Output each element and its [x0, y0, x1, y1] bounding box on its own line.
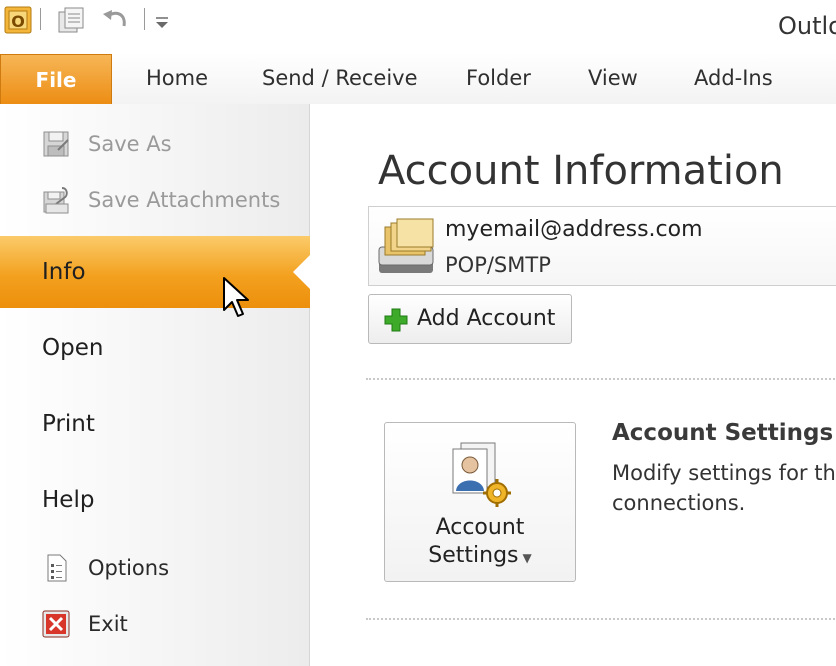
account-folders-icon: [378, 218, 434, 273]
save-attachments-label: Save Attachments: [88, 188, 281, 212]
account-settings-button-label-2-text: Settings: [428, 543, 519, 568]
send-receive-all-icon[interactable]: [56, 6, 86, 36]
quick-access-toolbar: O Outlo: [0, 0, 836, 52]
tab-send-receive[interactable]: Send / Receive: [262, 66, 418, 90]
account-settings-button-label-1: Account: [435, 515, 525, 540]
nav-item-info[interactable]: Info: [0, 236, 311, 308]
account-settings-description: Modify settings for th connections.: [612, 458, 836, 518]
tab-home[interactable]: Home: [146, 66, 208, 90]
ribbon-tab-bar: File Home Send / Receive Folder View Add…: [0, 52, 836, 105]
save-as-icon: [43, 131, 69, 157]
qat-separator: [144, 8, 145, 30]
undo-icon[interactable]: [100, 6, 130, 36]
mouse-pointer-icon: [223, 277, 249, 317]
window-title: Outlo: [778, 12, 836, 40]
options-icon: [47, 554, 67, 582]
save-as-command[interactable]: Save As: [0, 122, 310, 166]
tab-view[interactable]: View: [588, 66, 638, 90]
backstage-content: Account Information myemail@address.com …: [310, 104, 836, 666]
nav-item-open[interactable]: Open: [0, 318, 310, 378]
account-email: myemail@address.com: [445, 217, 703, 242]
tab-file[interactable]: File: [0, 54, 112, 104]
tab-folder[interactable]: Folder: [466, 66, 531, 90]
nav-item-help[interactable]: Help: [0, 470, 310, 530]
page-title: Account Information: [378, 148, 784, 194]
save-as-label: Save As: [88, 132, 172, 156]
nav-item-info-label: Info: [42, 259, 86, 285]
qat-separator: [40, 8, 41, 30]
outlook-icon[interactable]: O: [4, 6, 32, 34]
svg-text:O: O: [11, 12, 25, 31]
exit-label: Exit: [88, 612, 128, 636]
selection-notch: [293, 254, 311, 290]
account-type: POP/SMTP: [445, 253, 551, 277]
plus-icon: [384, 308, 408, 332]
nav-item-open-label: Open: [42, 335, 104, 361]
account-settings-button-label-2: Settings ▼: [385, 543, 575, 568]
account-settings-title: Account Settings: [612, 420, 834, 446]
customize-qat-icon[interactable]: [148, 6, 178, 36]
options-label: Options: [88, 556, 170, 580]
nav-item-print-label: Print: [42, 411, 95, 437]
tab-add-ins[interactable]: Add-Ins: [694, 66, 773, 90]
save-attachments-icon: [43, 187, 69, 214]
account-settings-button[interactable]: Account Settings ▼: [384, 422, 576, 582]
account-settings-description-line-1: Modify settings for th: [612, 461, 836, 485]
backstage-nav: Save As Save Attachments Info Open Print…: [0, 104, 311, 666]
section-divider: [366, 618, 836, 620]
nav-item-print[interactable]: Print: [0, 394, 310, 454]
nav-item-help-label: Help: [42, 487, 95, 513]
dropdown-arrow-icon: ▼: [522, 551, 532, 565]
add-account-label: Add Account: [417, 306, 556, 331]
exit-command[interactable]: Exit: [0, 602, 310, 646]
account-settings-icon: [452, 442, 511, 507]
account-selector[interactable]: myemail@address.com POP/SMTP: [368, 206, 836, 286]
options-command[interactable]: Options: [0, 546, 310, 590]
account-settings-description-line-2: connections.: [612, 491, 746, 515]
section-divider: [366, 378, 836, 380]
add-account-button[interactable]: Add Account: [368, 294, 572, 344]
save-attachments-command[interactable]: Save Attachments: [0, 178, 310, 222]
exit-icon: [42, 610, 70, 638]
